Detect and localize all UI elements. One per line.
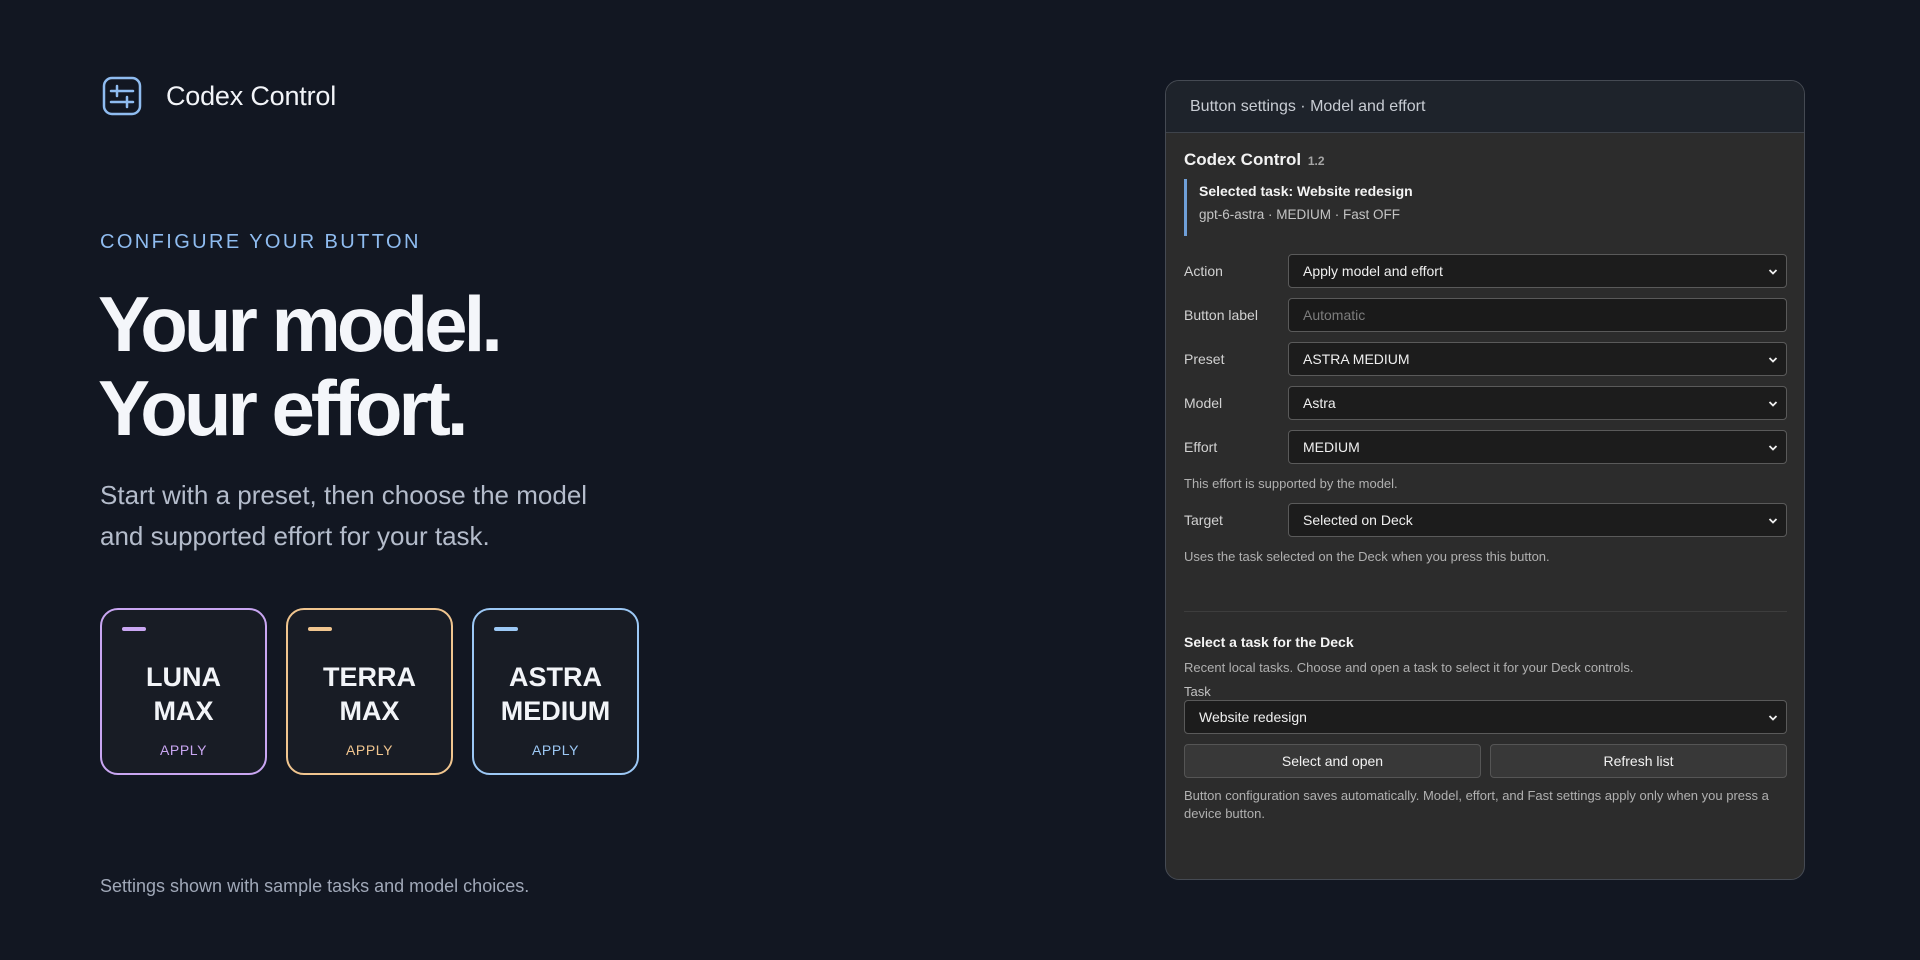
preset-card-terra-max[interactable]: TERRA MAX APPLY [286,608,453,775]
section-divider [1184,611,1787,612]
model-row: Model Astra [1184,386,1787,420]
task-select[interactable]: Website redesign [1184,700,1787,734]
save-note: Button configuration saves automatically… [1184,788,1769,821]
effort-label: Effort [1184,439,1218,455]
refresh-list-button[interactable]: Refresh list [1490,744,1787,778]
preset-card-luna-max[interactable]: LUNA MAX APPLY [100,608,267,775]
preset-row: Preset ASTRA MEDIUM [1184,342,1787,376]
card-accent-pill [494,627,518,631]
model-label: Model [1184,395,1223,411]
deck-actions: Select and open Refresh list [1184,744,1787,778]
chevron-down-icon [1768,445,1778,451]
apply-label[interactable]: APPLY [474,742,637,758]
apply-label[interactable]: APPLY [102,742,265,758]
card-title-line-2: MEDIUM [500,696,611,726]
card-title-line-1: ASTRA [509,662,602,692]
model-value: Astra [1303,395,1336,411]
button-label-placeholder: Automatic [1303,307,1366,323]
chevron-down-icon [1768,269,1778,275]
effort-value: MEDIUM [1303,439,1360,455]
button-label-label: Button label [1184,307,1258,323]
task-label: Task [1184,684,1211,699]
preset-card-astra-medium[interactable]: ASTRA MEDIUM APPLY [472,608,639,775]
card-accent-pill [122,627,146,631]
sliders-icon [102,76,142,116]
headline-line-1: Your model. [98,280,503,368]
action-value: Apply model and effort [1303,263,1443,279]
settings-form: Action Apply model and effort Button lab… [1184,254,1787,564]
card-accent-pill [308,627,332,631]
preset-value: ASTRA MEDIUM [1303,351,1410,367]
task-value: Website redesign [1199,709,1307,725]
footnote: Settings shown with sample tasks and mod… [100,876,530,896]
brand: Codex Control [100,74,336,118]
button-label-row: Button label Automatic [1184,298,1787,332]
subhead: Start with a preset, then choose the mod… [100,480,588,551]
effort-select[interactable]: MEDIUM [1288,430,1787,464]
card-title-line-1: LUNA [146,662,221,692]
eyebrow: CONFIGURE YOUR BUTTON [100,231,421,253]
card-title-line-1: TERRA [323,662,416,692]
panel-header: Button settings · Model and effort [1166,81,1804,133]
brand-name: Codex Control [166,80,336,111]
app-version: 1.2 [1307,154,1325,168]
preset-label: Preset [1184,351,1225,367]
deck-section-title: Select a task for the Deck [1184,634,1354,650]
deck-section-desc: Recent local tasks. Choose and open a ta… [1184,660,1634,675]
app-title: Codex Control 1.2 [1184,150,1787,170]
target-value: Selected on Deck [1303,512,1413,528]
preset-select[interactable]: ASTRA MEDIUM [1288,342,1787,376]
headline-line-2: Your effort. [98,364,469,452]
selected-task-info: Selected task: Website redesign gpt-6-as… [1184,179,1787,236]
effort-row: Effort MEDIUM [1184,430,1787,464]
panel-body: Codex Control 1.2 Selected task: Website… [1166,133,1804,823]
action-row: Action Apply model and effort [1184,254,1787,288]
effort-hint: This effort is supported by the model. [1184,476,1398,491]
target-select[interactable]: Selected on Deck [1288,503,1787,537]
chevron-down-icon [1768,357,1778,363]
chevron-down-icon [1768,715,1778,721]
headline: Your model. Your effort. [98,280,503,452]
selected-task-detail: gpt-6-astra · MEDIUM · Fast OFF [1199,207,1401,222]
target-hint: Uses the task selected on the Deck when … [1184,549,1550,564]
card-title-line-2: MAX [153,696,214,726]
select-and-open-button[interactable]: Select and open [1184,744,1481,778]
model-select[interactable]: Astra [1288,386,1787,420]
button-label-input[interactable]: Automatic [1288,298,1787,332]
chevron-down-icon [1768,518,1778,524]
chevron-down-icon [1768,401,1778,407]
card-title: LUNA MAX [102,660,265,728]
target-row: Target Selected on Deck [1184,503,1787,537]
selected-task-title: Selected task: Website redesign [1199,183,1413,199]
app-name: Codex Control [1184,150,1302,169]
card-title: ASTRA MEDIUM [474,660,637,728]
target-label: Target [1184,512,1223,528]
preset-cards: LUNA MAX APPLY TERRA MAX APPLY ASTRA MED… [100,608,639,775]
card-title: TERRA MAX [288,660,451,728]
action-select[interactable]: Apply model and effort [1288,254,1787,288]
settings-panel: Button settings · Model and effort Codex… [1165,80,1805,880]
action-label: Action [1184,263,1223,279]
apply-label[interactable]: APPLY [288,742,451,758]
card-title-line-2: MAX [339,696,400,726]
